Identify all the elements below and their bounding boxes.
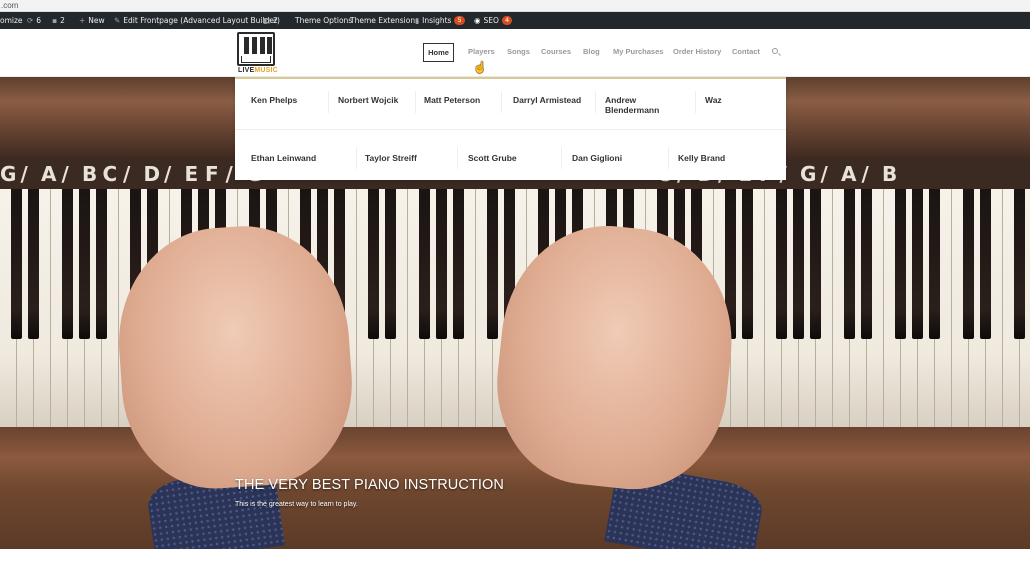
admin-theme-options-link[interactable]: Theme Options (295, 12, 352, 29)
nav-contact[interactable]: Contact (732, 47, 760, 56)
black-key (929, 189, 940, 339)
admin-seo-link[interactable]: ◉ SEO 4 (474, 12, 513, 29)
black-key (11, 189, 22, 339)
plugin-icon: ◧ (263, 16, 271, 25)
hero-subtitle: This is the greatest way to learn to pla… (235, 501, 358, 508)
nav-home[interactable]: Home (423, 43, 454, 62)
black-key (487, 189, 498, 339)
nav-blog[interactable]: Blog (583, 47, 600, 56)
key-letter: A (41, 162, 57, 186)
black-key (844, 189, 855, 339)
plus-icon: + (79, 16, 86, 25)
menu-player-dan-giglioni[interactable]: Dan Giglioni (572, 153, 622, 163)
menu-player-andrew-blendermann[interactable]: Andrew Blendermann (605, 95, 685, 115)
comment-icon: ▪ (52, 16, 58, 25)
black-key (62, 189, 73, 339)
key-letter: G (800, 162, 817, 186)
menu-player-darryl-armistead[interactable]: Darryl Armistead (513, 95, 581, 105)
black-key (79, 189, 90, 339)
menu-player-taylor-streiff[interactable]: Taylor Streiff (365, 153, 417, 163)
key-letter: C (102, 162, 118, 186)
black-key (776, 189, 787, 339)
black-key (368, 189, 379, 339)
key-letter: G (0, 162, 17, 186)
black-key (419, 189, 430, 339)
black-key (436, 189, 447, 339)
black-key (793, 189, 804, 339)
black-key (912, 189, 923, 339)
key-letter: F (205, 162, 219, 186)
admin-wp-link[interactable]: ◧ 2 (263, 12, 278, 29)
admin-new-link[interactable]: + New (79, 12, 105, 29)
key-letter: / (820, 162, 828, 186)
key-letter: / (61, 162, 69, 186)
menu-player-scott-grube[interactable]: Scott Grube (468, 153, 517, 163)
nav-order-history[interactable]: Order History (673, 47, 721, 56)
black-key (1014, 189, 1025, 339)
key-letter: B (82, 162, 98, 186)
players-mega-menu: Ken Phelps Norbert Wojcik Matt Peterson … (235, 77, 786, 180)
key-letter: / (20, 162, 28, 186)
menu-player-ken-phelps[interactable]: Ken Phelps (251, 95, 297, 105)
search-icon[interactable] (772, 48, 778, 54)
menu-player-matt-peterson[interactable]: Matt Peterson (424, 95, 480, 105)
key-letter: / (225, 162, 233, 186)
key-letter: / (861, 162, 869, 186)
black-key (895, 189, 906, 339)
black-key (980, 189, 991, 339)
nav-songs[interactable]: Songs (507, 47, 530, 56)
menu-player-kelly-brand[interactable]: Kelly Brand (678, 153, 725, 163)
nav-players[interactable]: Players (468, 47, 495, 56)
pencil-icon: ✎ (114, 16, 121, 25)
black-key (96, 189, 107, 339)
updates-icon: ⟳ (27, 16, 34, 25)
browser-url-bar[interactable]: .com (0, 0, 1030, 12)
admin-edit-link[interactable]: ✎ Edit Frontpage (Advanced Layout Builder… (114, 12, 280, 29)
nav-courses[interactable]: Courses (541, 47, 571, 56)
site-header: LIVEMUSIC Home Players Songs Courses Blo… (0, 29, 1030, 77)
admin-insights-link[interactable]: ▮ Insights 5 (415, 12, 465, 29)
hero-title: THE VERY BEST PIANO INSTRUCTION (235, 477, 504, 493)
url-text: .com (1, 1, 19, 10)
page-body (0, 549, 1030, 579)
seo-icon: ◉ (474, 16, 481, 25)
menu-player-ethan-leinwand[interactable]: Ethan Leinwand (251, 153, 316, 163)
admin-comments-link[interactable]: ▪ 2 (52, 12, 65, 29)
site-logo[interactable]: LIVEMUSIC (237, 32, 278, 76)
black-key (810, 189, 821, 339)
black-key (385, 189, 396, 339)
black-key (963, 189, 974, 339)
insights-badge: 5 (454, 16, 465, 25)
wp-admin-bar: omize ⟳ 6 ▪ 2 + New ✎ Edit Frontpage (Advanc… (0, 12, 1030, 29)
admin-updates-link[interactable]: ⟳ 6 (27, 12, 41, 29)
key-letter: / (123, 162, 131, 186)
piano-logo-icon (237, 32, 275, 66)
menu-player-waz[interactable]: Waz (705, 95, 722, 105)
key-letter: / (164, 162, 172, 186)
black-key (742, 189, 753, 339)
menu-player-norbert-wojcik[interactable]: Norbert Wojcik (338, 95, 398, 105)
key-letter: A (841, 162, 857, 186)
admin-theme-extensions-link[interactable]: Theme Extensions (350, 12, 419, 29)
seo-badge: 4 (501, 16, 513, 25)
key-letter: E (184, 162, 199, 186)
mouse-cursor-icon: ☝ (473, 62, 487, 74)
nav-my-purchases[interactable]: My Purchases (613, 47, 663, 56)
key-letter: B (882, 162, 898, 186)
admin-customize-link[interactable]: omize (0, 12, 23, 29)
key-letter: D (143, 162, 161, 186)
black-key (28, 189, 39, 339)
black-key (861, 189, 872, 339)
black-key (453, 189, 464, 339)
bar-chart-icon: ▮ (415, 16, 420, 25)
logo-text: LIVEMUSIC (238, 67, 278, 74)
